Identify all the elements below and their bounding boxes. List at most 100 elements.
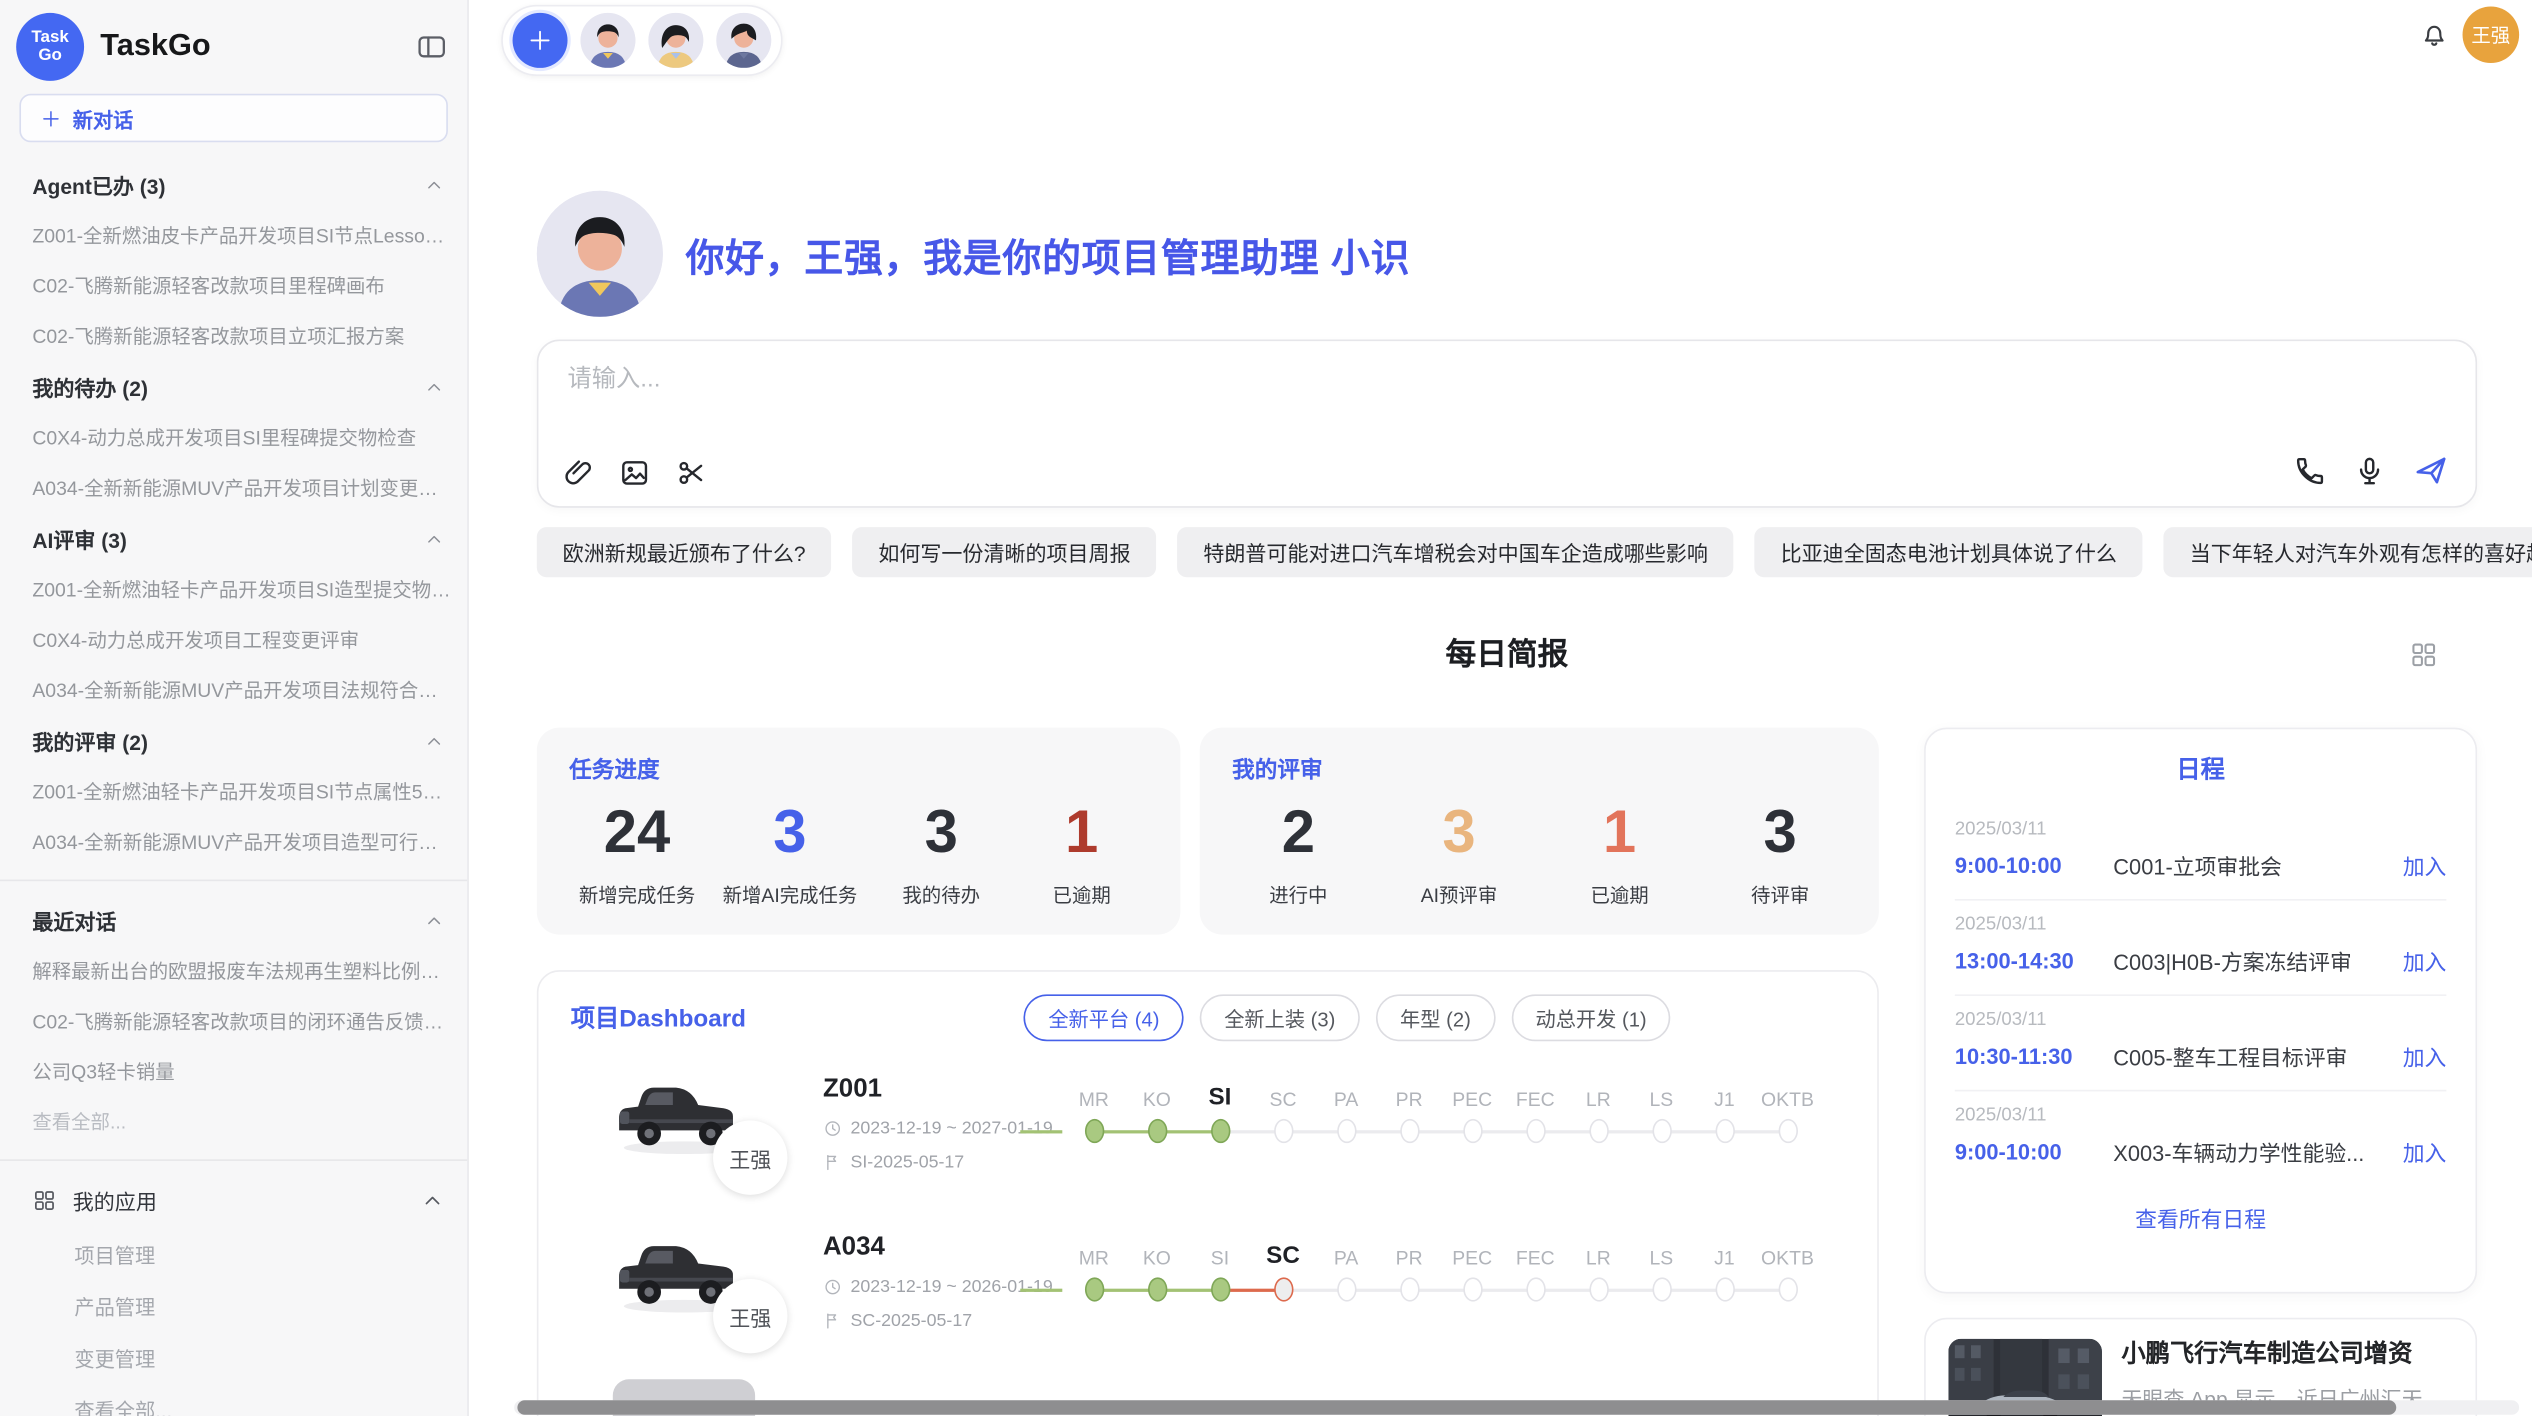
chevron-up-icon <box>424 731 445 752</box>
suggestion-chip[interactable]: 如何写一份清晰的项目周报 <box>852 527 1156 577</box>
milestone: SI <box>1188 1072 1251 1156</box>
stats-row: 2进行中3AI预评审1已逾期3待评审 <box>1232 799 1846 909</box>
app-sub-item[interactable]: 项目管理 <box>0 1227 467 1279</box>
chevron-up-icon <box>424 175 445 196</box>
attachment-icon[interactable] <box>561 456 595 490</box>
flag <box>823 1311 842 1330</box>
join-meeting-link[interactable]: 加入 <box>2403 849 2447 881</box>
schedule-date: 2025/03/11 <box>1955 1011 2447 1030</box>
user-avatar[interactable]: 王强 <box>2463 6 2520 63</box>
scissors-icon[interactable] <box>674 456 708 490</box>
chevron-up-icon <box>424 529 445 550</box>
microphone-icon[interactable] <box>2353 454 2387 488</box>
new-chat-button[interactable]: 新对话 <box>19 94 447 143</box>
sidebar-item-my-apps[interactable]: 我的应用 <box>0 1174 467 1227</box>
date-range-text: 2023-12-19 ~ 2027-01-19 <box>850 1119 1052 1138</box>
conversation-item[interactable]: Z001-全新燃油轻卡产品开发项目SI节点属性5D文件评审 <box>0 766 467 816</box>
recent-conversation-item[interactable]: 查看全部... <box>0 1096 467 1146</box>
logo-text-bottom: Go <box>38 47 62 65</box>
stat-value: 1 <box>1025 799 1138 867</box>
member-avatar-3[interactable] <box>716 13 771 68</box>
my-review-card: 我的评审 2进行中3AI预评审1已逾期3待评审 <box>1200 728 1879 935</box>
milestone-dot <box>1462 1119 1481 1143</box>
milestone: LR <box>1567 1230 1630 1314</box>
suggestion-chip[interactable]: 欧洲新规最近颁布了什么? <box>537 527 832 577</box>
conversation-item[interactable]: C02-飞腾新能源轻客改款项目立项汇报方案 <box>0 310 467 360</box>
new-chat-label: 新对话 <box>73 103 134 134</box>
conversation-item[interactable]: A034-全新新能源MUV产品开发项目造型可行性评审 <box>0 817 467 867</box>
conversation-item[interactable]: Z001-全新燃油皮卡产品开发项目SI节点Lesson Learn报告 <box>0 210 467 260</box>
dashboard-filter-chip[interactable]: 年型 (2) <box>1376 994 1495 1041</box>
stat-value: 3 <box>1402 799 1515 867</box>
recent-conversation-item[interactable]: C02-飞腾新能源轻客改款项目的闭环通告反馈情况 <box>0 996 467 1046</box>
card-title: 任务进度 <box>569 753 1148 785</box>
suggestion-chip[interactable]: 比亚迪全固态电池计划具体说了什么 <box>1755 527 2143 577</box>
project-current-node: SC-2025-05-17 <box>823 1311 1053 1330</box>
horizontal-scrollbar-thumb[interactable] <box>517 1400 2396 1415</box>
member-avatar-2[interactable] <box>648 13 703 68</box>
join-meeting-link[interactable]: 加入 <box>2403 1135 2447 1167</box>
milestone-dot <box>1589 1277 1608 1301</box>
conversation-item[interactable]: Z001-全新燃油轻卡产品开发项目SI造型提交物评审 <box>0 564 467 614</box>
milestone-label: LS <box>1630 1230 1693 1269</box>
suggestion-chip[interactable]: 特朗普可能对进口汽车增税会对中国车企造成哪些影响 <box>1178 527 1734 577</box>
milestone-dot <box>1778 1277 1797 1301</box>
join-meeting-link[interactable]: 加入 <box>2403 1040 2447 1072</box>
stat-item: 1已逾期 <box>1025 799 1138 909</box>
view-all-schedule-link[interactable]: 查看所有日程 <box>1955 1201 2447 1233</box>
assistant-avatar <box>537 191 663 317</box>
section-header[interactable]: 我的评审 (2) <box>0 715 467 767</box>
sidebar-toggle-icon[interactable] <box>416 31 448 63</box>
app-sub-item[interactable]: 产品管理 <box>0 1279 467 1331</box>
dashboard-title: 项目Dashboard <box>571 1001 746 1035</box>
milestone-dot <box>1399 1119 1418 1143</box>
schedule-card: 日程 2025/03/119:00-10:00C001-立项审批会加入2025/… <box>1924 728 2477 1294</box>
news-title: 小鹏飞行汽车制造公司增资 <box>2121 1339 2444 1370</box>
schedule-title: 日程 <box>1955 752 2447 786</box>
dashboard-filter-chip[interactable]: 全新平台 (4) <box>1024 994 1184 1041</box>
composer <box>537 340 2477 508</box>
recent-conversation-item[interactable]: 解释最新出台的欧盟报废车法规再生塑料比例被调至15%... <box>0 946 467 996</box>
schedule-item: 2025/03/1110:30-11:30C005-整车工程目标评审加入 <box>1955 996 2447 1091</box>
section-header[interactable]: 最近对话 <box>0 894 467 946</box>
section-header[interactable]: Agent已办 (3) <box>0 158 467 210</box>
conversation-item[interactable]: A034-全新新能源MUV产品开发项目法规符合性评审 <box>0 665 467 715</box>
app-sub-item[interactable]: 变更管理 <box>0 1331 467 1383</box>
section-header[interactable]: 我的待办 (2) <box>0 361 467 413</box>
milestone-connector <box>1020 1289 1062 1292</box>
project-date-range: 2023-12-19 ~ 2027-01-19 <box>823 1119 1053 1138</box>
owner-name: 王强 <box>729 1142 771 1173</box>
conversation-item[interactable]: A034-全新新能源MUV产品开发项目计划变更表编写 <box>0 462 467 512</box>
conversation-item[interactable]: C0X4-动力总成开发项目SI里程碑提交物检查 <box>0 412 467 462</box>
add-agent-button[interactable] <box>513 13 568 68</box>
conversation-item[interactable]: C02-飞腾新能源轻客改款项目里程碑画布 <box>0 260 467 310</box>
message-input[interactable] <box>564 364 1702 395</box>
milestone-dot <box>1084 1119 1103 1143</box>
agent-switcher <box>501 5 782 76</box>
project-current-node: SI-2025-05-17 <box>823 1153 1053 1172</box>
milestone-dot-area <box>1756 1269 1819 1314</box>
suggestion-chip[interactable]: 当下年轻人对汽车外观有怎样的喜好趋势 <box>2164 527 2532 577</box>
milestone: J1 <box>1693 1072 1756 1156</box>
milestone-dot <box>1526 1119 1545 1143</box>
notification-bell-icon[interactable] <box>2419 19 2450 50</box>
dashboard-header: 项目Dashboard 全新平台 (4) 全新上装 (3) 年型 (2) 动总开发 (… <box>538 972 1877 1042</box>
conversation-item[interactable]: C0X4-动力总成开发项目工程变更评审 <box>0 614 467 664</box>
dashboard-filter-chip[interactable]: 动总开发 (1) <box>1511 994 1671 1041</box>
milestone: PA <box>1315 1072 1378 1156</box>
recent-conversation-item[interactable]: 公司Q3轻卡销量 <box>0 1046 467 1096</box>
stat-label: 进行中 <box>1242 881 1355 908</box>
chevron-up-icon <box>420 1188 444 1212</box>
image-upload-icon[interactable] <box>618 456 652 490</box>
section-header[interactable]: AI评审 (3) <box>0 513 467 565</box>
member-avatar-1[interactable] <box>580 13 635 68</box>
milestone-label: LR <box>1567 1230 1630 1269</box>
app-sub-item[interactable]: 查看全部... <box>0 1382 467 1416</box>
send-icon[interactable] <box>2412 453 2449 490</box>
layout-grid-icon[interactable] <box>2409 640 2438 669</box>
milestone: PEC <box>1441 1072 1504 1156</box>
phone-call-icon[interactable] <box>2293 454 2327 488</box>
dashboard-filter-chip[interactable]: 全新上装 (3) <box>1200 994 1360 1041</box>
project-row: 王强A0342023-12-19 ~ 2026-01-19SC-2025-05-… <box>571 1208 1848 1366</box>
join-meeting-link[interactable]: 加入 <box>2403 944 2447 976</box>
